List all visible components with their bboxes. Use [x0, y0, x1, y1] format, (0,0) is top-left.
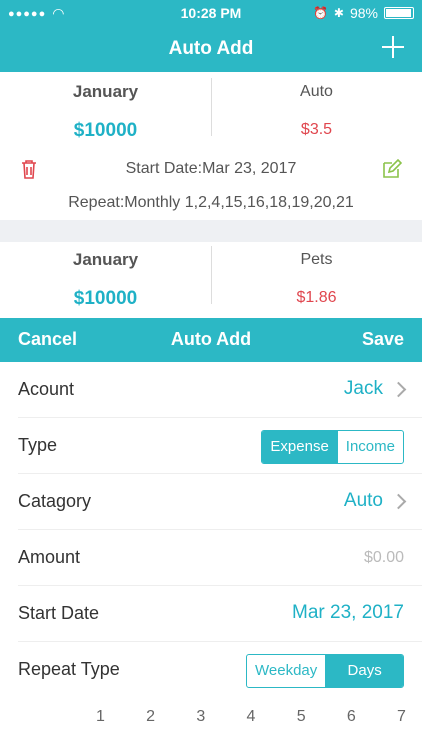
category-row[interactable]: Catagory Auto: [18, 474, 422, 530]
account-label: Acount: [18, 379, 75, 399]
chevron-right-icon: [390, 381, 407, 397]
amount-row[interactable]: Amount $0.00: [18, 530, 422, 586]
start-date-row[interactable]: Start Date Mar 23, 2017: [18, 586, 422, 642]
nav-bar: ●●●●● ◠ 10:28 PM ⏰ ✱ 98% Auto Add: [0, 0, 422, 72]
day-option[interactable]: 5: [297, 708, 306, 726]
repeat-weekday-option[interactable]: Weekday: [247, 655, 325, 687]
day-option[interactable]: 7: [397, 708, 406, 726]
save-button[interactable]: Save: [362, 329, 404, 350]
section-gap: [0, 220, 422, 242]
entry-amount: $10000: [73, 288, 138, 309]
entry-category: Pets: [300, 251, 333, 268]
repeat-type-segmented-control: Weekday Days: [246, 654, 404, 688]
entry-month: January: [72, 82, 139, 101]
page-title: Auto Add: [168, 38, 254, 59]
account-row[interactable]: Acount Jack: [18, 362, 422, 418]
edit-icon[interactable]: [382, 159, 402, 179]
category-value: Auto: [343, 490, 383, 511]
add-button[interactable]: [380, 34, 406, 60]
start-date-label: Start Date: [18, 603, 100, 623]
entry-value: $3.5: [300, 121, 333, 138]
day-option[interactable]: 1: [96, 708, 105, 726]
account-value: Jack: [343, 378, 383, 399]
repeat-type-label: Repeat Type: [18, 659, 120, 679]
repeat-type-row: Repeat Type Weekday Days: [18, 642, 422, 698]
day-picker: 1 2 3 4 5 6 7: [96, 708, 406, 726]
type-income-option[interactable]: Income: [336, 431, 403, 463]
type-label: Type: [18, 435, 58, 455]
sheet-title: Auto Add: [170, 329, 252, 349]
entry-value: $1.86: [296, 289, 337, 306]
chevron-right-icon: [390, 493, 407, 509]
repeat-days-option[interactable]: Days: [325, 655, 403, 687]
list-item[interactable]: January $10000 Pets $1.86: [0, 242, 422, 318]
amount-input[interactable]: $0.00: [364, 549, 404, 567]
start-date-value[interactable]: Mar 23, 2017: [292, 602, 404, 624]
list-item[interactable]: January $10000 Auto $3.5 Start Date:Mar …: [0, 72, 422, 220]
entry-repeat: Repeat:Monthly 1,2,4,15,16,18,19,20,21: [68, 194, 354, 211]
type-segmented-control: Expense Income: [261, 430, 404, 464]
alarm-icon: ⏰: [312, 6, 328, 20]
day-option[interactable]: 2: [146, 708, 155, 726]
battery-icon: [384, 7, 414, 19]
amount-label: Amount: [18, 547, 81, 567]
entry-month: January: [72, 250, 139, 269]
day-option[interactable]: 4: [247, 708, 256, 726]
day-option[interactable]: 3: [196, 708, 205, 726]
bluetooth-icon: ✱: [333, 6, 344, 20]
category-label: Catagory: [18, 491, 92, 511]
type-row: Type Expense Income: [18, 418, 422, 474]
status-bar: ●●●●● ◠ 10:28 PM ⏰ ✱ 98%: [0, 0, 422, 26]
entry-amount: $10000: [73, 120, 138, 141]
sheet-header: Cancel Auto Add Save: [0, 318, 422, 362]
day-option[interactable]: 6: [347, 708, 356, 726]
entry-category: Auto: [300, 83, 333, 100]
type-expense-option[interactable]: Expense: [262, 431, 337, 463]
battery-percent: 98%: [349, 5, 378, 21]
entry-start-date: Start Date:Mar 23, 2017: [125, 160, 297, 177]
